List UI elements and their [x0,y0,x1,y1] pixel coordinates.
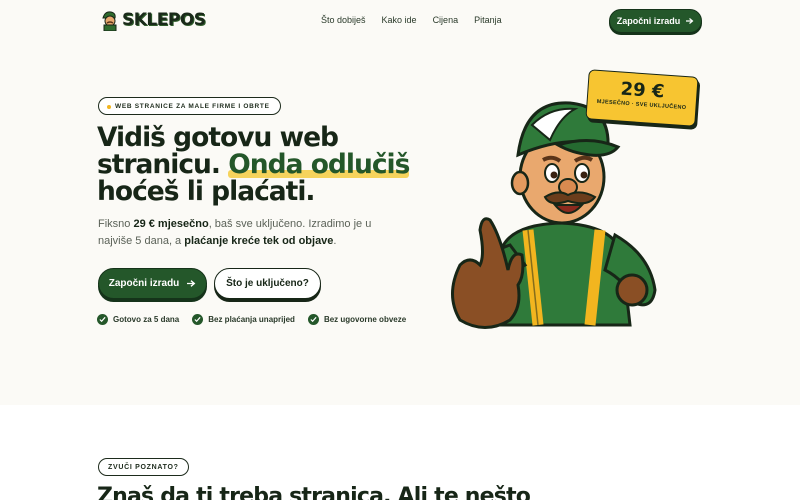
feature-checks: Gotovo za 5 dana Bez plaćanja unaprijed … [97,314,406,325]
nav-link-cijena[interactable]: Cijena [433,15,459,25]
problem-tag-pill: ZVUČI POZNATO? [98,458,189,476]
check-label: Bez plaćanja unaprijed [208,315,295,324]
arrow-right-icon [686,18,694,24]
check-circle-icon [97,314,108,325]
logo-mascot-icon [99,9,121,32]
check-label: Gotovo za 5 dana [113,315,180,324]
problem-headline: Znaš da ti treba stranica. Ali te nešto [97,484,531,500]
headline-line-3: hoćeš li plaćati. [97,176,316,207]
hero-lead: Fiksno 29 € mjesečno, baš sve uključeno.… [98,216,408,250]
nav-links: Što dobiješ Kako ide Cijena Pitanja [321,15,518,25]
price-badge: 29 € MJESEČNO · SVE UKLJUČENO [585,69,699,127]
hero-tag-text: WEB STRANICE ZA MALE FIRME I OBRTE [115,102,270,110]
problem-tag-text: ZVUČI POZNATO? [108,463,179,471]
nav-cta-button[interactable]: Započni izradu [609,9,702,33]
hero-tag-pill: WEB STRANICE ZA MALE FIRME I OBRTE [98,97,281,115]
check-circle-icon [192,314,204,325]
whats-included-label: Što je uključeno? [226,278,309,289]
top-nav: SKLEPOS Što dobiješ Kako ide Cijena Pita… [0,0,800,42]
start-build-button[interactable]: Započni izradu [98,268,207,299]
lead-payment: plaćanje kreće tek od objave [184,235,334,247]
check-label: Bez ugovorne obveze [323,315,407,324]
lead-price: 29 € mjesečno [133,218,209,230]
nav-link-sto-dobijes[interactable]: Što dobiješ [321,15,366,25]
arrow-right-icon [187,280,196,287]
headline-line-2: stranicu. Onda odlučiš [97,151,417,178]
check-item: Bez ugovorne obveze [307,314,407,325]
headline-highlight: Onda odlučiš [228,149,410,180]
check-circle-icon [307,314,319,325]
lead-text-1: Fiksno [98,218,134,230]
hero-headline: Vidiš gotovu web stranicu. Onda odlučiš … [97,124,417,205]
check-item: Bez plaćanja unaprijed [192,314,295,325]
nav-cta-label: Započni izradu [616,16,681,26]
logo[interactable]: SKLEPOS [99,9,206,32]
whats-included-button[interactable]: Što je uključeno? [214,268,321,299]
problem-section: ZVUČI POZNATO? Znaš da ti treba stranica… [0,405,800,500]
check-item: Gotovo za 5 dana [97,314,179,325]
lead-text-3: . [333,235,337,247]
headline-line-1: Vidiš gotovu web [97,122,339,153]
nav-link-pitanja[interactable]: Pitanja [474,15,502,25]
start-build-label: Započni izradu [108,278,180,289]
nav-link-kako-ide[interactable]: Kako ide [382,15,417,25]
brand-name: SKLEPOS [122,10,206,30]
